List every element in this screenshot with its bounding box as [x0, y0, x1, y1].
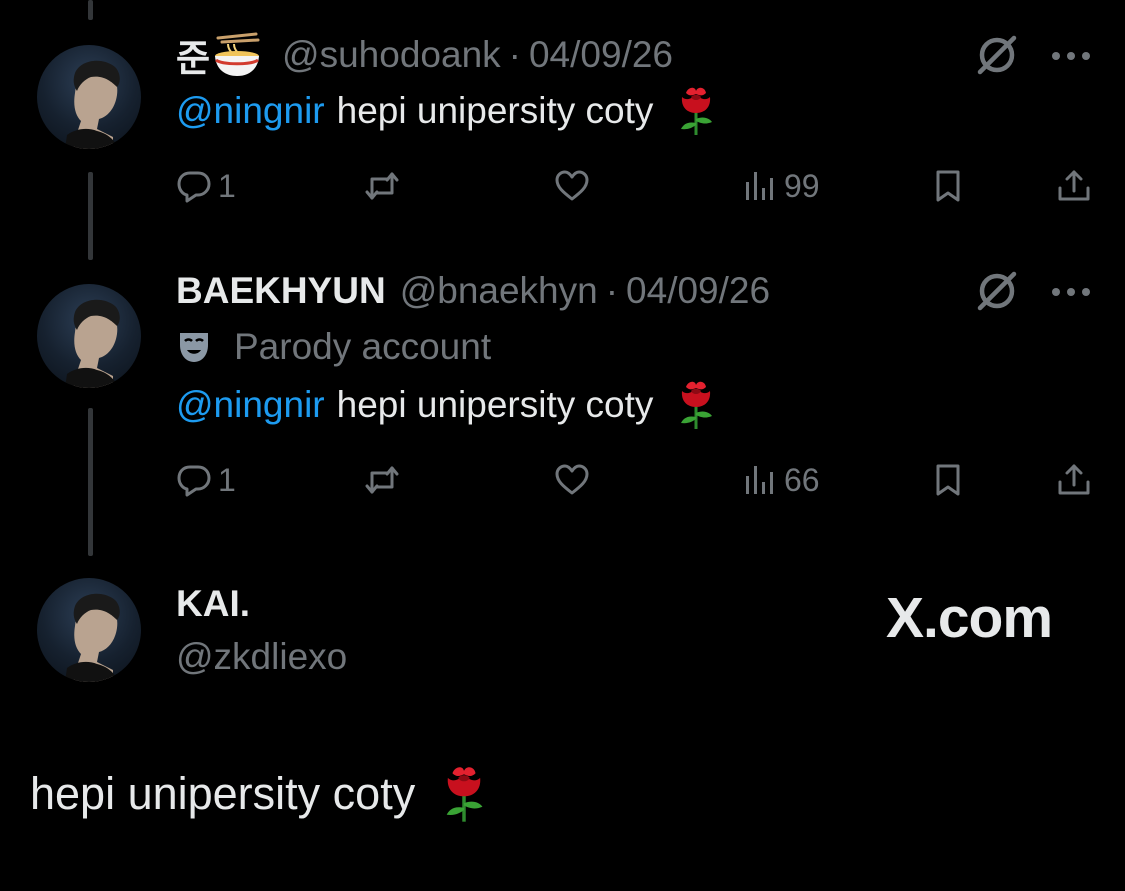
separator: ·: [508, 34, 521, 75]
handle[interactable]: @zkdliexo: [176, 636, 347, 678]
avatar-image: [37, 45, 141, 149]
like-button[interactable]: [554, 164, 590, 208]
parody-text: Parody account: [234, 326, 492, 367]
rose-icon: [437, 764, 491, 824]
views-button[interactable]: 66: [742, 458, 820, 502]
parody-label: Parody account: [176, 324, 491, 370]
tweet-text: @ningnir hepi unipersity coty: [176, 82, 719, 140]
mention-link[interactable]: @ningnir: [176, 384, 325, 426]
action-bar: 1 66: [176, 458, 1125, 502]
reply-count: 1: [218, 167, 236, 204]
action-bar: 1 99: [176, 164, 1125, 208]
display-name[interactable]: BAEKHYUN: [176, 270, 386, 312]
reply-button[interactable]: 1: [176, 164, 236, 208]
reply-count: 1: [218, 461, 236, 498]
heart-icon: [554, 462, 590, 498]
views-icon: [742, 168, 778, 204]
tweet-text: @ningnir hepi unipersity coty: [176, 376, 719, 434]
like-button[interactable]: [554, 458, 590, 502]
handle[interactable]: @suhodoank: [282, 34, 501, 76]
timestamp[interactable]: 04/09/26: [626, 270, 770, 312]
brand-watermark: X.com: [886, 586, 1053, 650]
avatar[interactable]: [37, 284, 141, 388]
repost-icon: [364, 462, 400, 498]
separator: ·: [605, 270, 619, 311]
display-name[interactable]: 준: [176, 28, 210, 82]
repost-button[interactable]: [364, 458, 400, 502]
timestamp[interactable]: 04/09/26: [529, 34, 673, 76]
share-icon: [1056, 462, 1092, 498]
share-button[interactable]: [1056, 164, 1092, 208]
tweet-header: 준 @suhodoank · 04/09/26: [176, 32, 673, 79]
tweet-header: BAEKHYUN @bnaekhyn · 04/09/26: [176, 268, 770, 314]
bookmark-button[interactable]: [930, 164, 966, 208]
views-button[interactable]: 99: [742, 164, 820, 208]
display-name[interactable]: KAI.: [176, 583, 250, 625]
bookmark-button[interactable]: [930, 458, 966, 502]
grok-icon[interactable]: [974, 268, 1020, 314]
thread-connector: [88, 408, 93, 556]
noodle-bowl-icon: [212, 32, 262, 78]
avatar[interactable]: [37, 45, 141, 149]
repost-button[interactable]: [364, 164, 400, 208]
tweet-body: hepi unipersity coty: [30, 768, 416, 819]
reply-icon: [176, 168, 212, 204]
bookmark-icon: [930, 168, 966, 204]
share-button[interactable]: [1056, 458, 1092, 502]
rose-icon: [673, 379, 719, 431]
bookmark-icon: [930, 462, 966, 498]
repost-icon: [364, 168, 400, 204]
tweet-body: hepi unipersity coty: [336, 384, 654, 425]
views-icon: [742, 462, 778, 498]
tweet-body: hepi unipersity coty: [336, 90, 654, 131]
avatar-image: [37, 578, 141, 682]
tweet[interactable]: BAEKHYUN @bnaekhyn · 04/09/26 Parody acc…: [176, 268, 1125, 518]
heart-icon: [554, 168, 590, 204]
rose-icon: [673, 85, 719, 137]
grok-icon[interactable]: [974, 32, 1020, 78]
thread-connector: [88, 172, 93, 260]
reply-button[interactable]: 1: [176, 458, 236, 502]
avatar-image: [37, 284, 141, 388]
handle[interactable]: @bnaekhyn: [400, 270, 598, 312]
view-count: 66: [784, 461, 820, 498]
reply-icon: [176, 462, 212, 498]
view-count: 99: [784, 167, 820, 204]
thread-connector: [88, 0, 93, 20]
more-icon[interactable]: [1050, 50, 1092, 62]
share-icon: [1056, 168, 1092, 204]
tweet[interactable]: 준 @suhodoank · 04/09/26 @ningnir hepi un…: [176, 32, 1125, 222]
more-icon[interactable]: [1050, 286, 1092, 298]
parody-mask-icon: [176, 329, 212, 365]
tweet-text: hepi unipersity coty: [30, 764, 491, 824]
avatar[interactable]: [37, 578, 141, 682]
mention-link[interactable]: @ningnir: [176, 90, 325, 132]
